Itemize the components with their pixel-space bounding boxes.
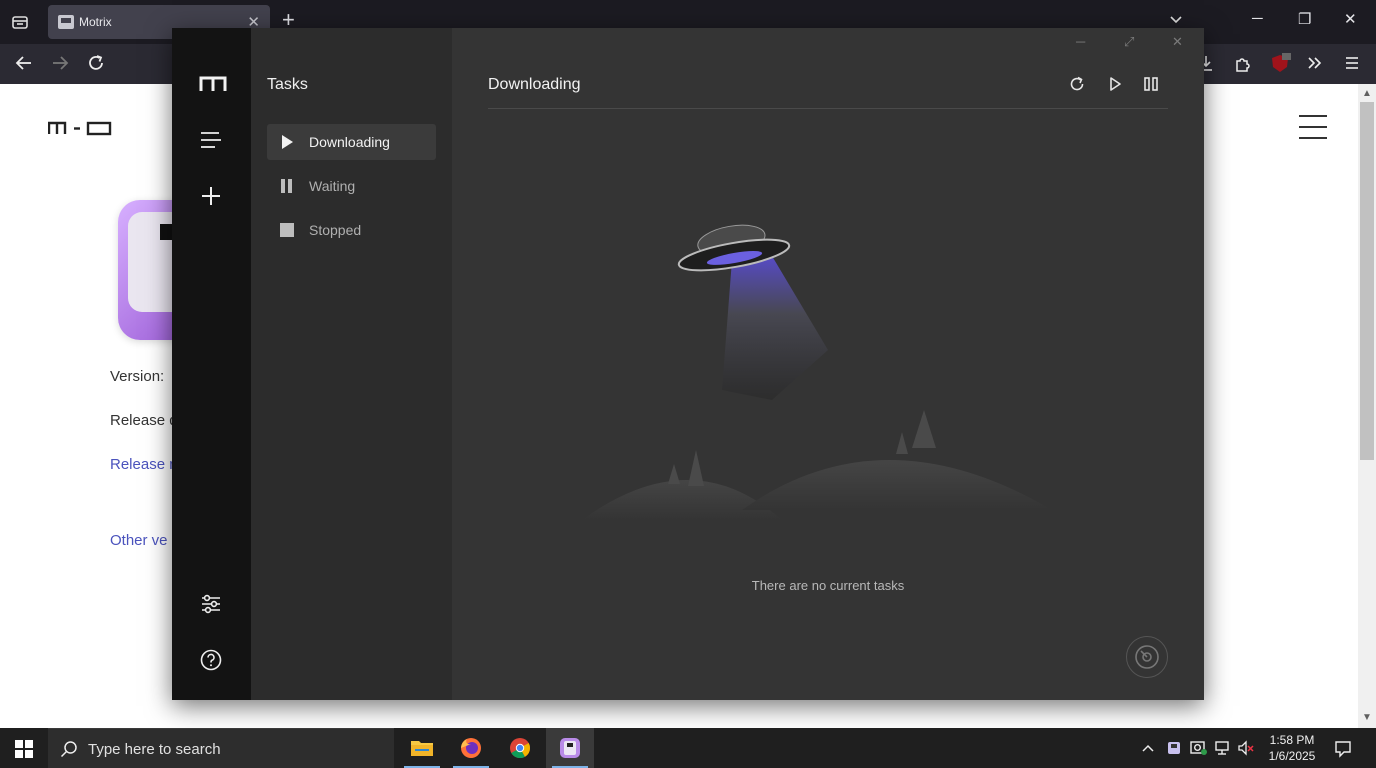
tray-update-icon[interactable] bbox=[1190, 740, 1208, 761]
sidebar-item-label: Waiting bbox=[309, 178, 356, 194]
empty-state-message: There are no current tasks bbox=[751, 578, 905, 593]
motrix-close-button[interactable]: ✕ bbox=[1172, 34, 1183, 50]
speedometer-icon[interactable] bbox=[1126, 636, 1168, 678]
notifications-icon[interactable] bbox=[1334, 740, 1352, 763]
page-title: Downloading bbox=[488, 76, 581, 93]
file-explorer-icon[interactable] bbox=[398, 728, 446, 768]
stop-icon bbox=[279, 222, 295, 243]
motrix-logo-icon bbox=[199, 76, 227, 97]
clock-date: 1/6/2025 bbox=[1268, 749, 1316, 763]
sidebar-item-label: Stopped bbox=[309, 222, 362, 238]
scroll-down-icon[interactable]: ▼ bbox=[1362, 712, 1372, 723]
motrix-window: Tasks Downloading Waiting Stopped ─ ⤢ ✕ … bbox=[172, 28, 1204, 700]
tasks-sidebar: Tasks Downloading Waiting Stopped bbox=[251, 28, 452, 700]
clock-time: 1:58 PM bbox=[1269, 733, 1315, 747]
header-divider bbox=[488, 108, 1168, 109]
volume-muted-icon[interactable] bbox=[1238, 740, 1256, 761]
page-scrollbar[interactable]: ▲ ▼ bbox=[1358, 84, 1376, 728]
menu-icon[interactable] bbox=[199, 130, 223, 155]
site-menu-icon[interactable] bbox=[1298, 114, 1328, 145]
tray-motrix-icon[interactable] bbox=[1166, 740, 1182, 761]
more-tools-icon[interactable] bbox=[1305, 53, 1325, 78]
extensions-icon[interactable] bbox=[1233, 53, 1253, 78]
browser-restore-button[interactable]: ❐ bbox=[1298, 10, 1311, 28]
sidebar-item-label: Downloading bbox=[309, 134, 390, 150]
other-versions-link[interactable]: Other ve bbox=[110, 532, 168, 549]
sidebar-item-waiting[interactable]: Waiting bbox=[267, 168, 436, 204]
site-logo[interactable] bbox=[47, 120, 114, 141]
browser-minimize-button[interactable]: ─ bbox=[1252, 10, 1263, 27]
tray-overflow-icon[interactable] bbox=[1140, 740, 1156, 761]
pause-all-icon[interactable] bbox=[1142, 75, 1160, 98]
sidebar-item-downloading[interactable]: Downloading bbox=[267, 124, 436, 160]
firefox-icon[interactable] bbox=[447, 728, 495, 768]
sidebar-item-stopped[interactable]: Stopped bbox=[267, 212, 436, 248]
tasks-main-panel: ─ ⤢ ✕ Downloading There are no current t… bbox=[452, 28, 1204, 700]
chrome-icon[interactable] bbox=[496, 728, 544, 768]
release-date-label: Release d bbox=[110, 412, 178, 429]
reload-icon[interactable] bbox=[86, 53, 106, 78]
tab-list-icon[interactable] bbox=[8, 10, 32, 34]
play-icon bbox=[279, 134, 295, 155]
tasks-sidebar-title: Tasks bbox=[267, 76, 308, 93]
motrix-maximize-button[interactable]: ⤢ bbox=[1124, 34, 1134, 50]
taskbar-search-box[interactable]: Type here to search bbox=[48, 728, 394, 768]
help-icon[interactable] bbox=[199, 648, 223, 677]
motrix-minimize-button[interactable]: ─ bbox=[1076, 34, 1085, 49]
scrollbar-thumb[interactable] bbox=[1360, 102, 1374, 460]
network-icon[interactable] bbox=[1214, 740, 1232, 761]
back-icon[interactable] bbox=[14, 53, 34, 78]
version-label: Version: bbox=[110, 368, 165, 385]
release-notes-link[interactable]: Release n bbox=[110, 456, 178, 473]
taskbar-clock[interactable]: 1:58 PM 1/6/2025 bbox=[1262, 732, 1322, 764]
app-menu-icon[interactable] bbox=[1342, 53, 1362, 78]
scroll-up-icon[interactable]: ▲ bbox=[1362, 88, 1372, 99]
motrix-taskbar-icon[interactable] bbox=[546, 728, 594, 768]
windows-taskbar: Type here to search 1:58 PM 1/6/2025 bbox=[0, 728, 1376, 768]
windows-start-icon[interactable] bbox=[15, 740, 33, 763]
pause-icon bbox=[279, 178, 295, 199]
motrix-nav-rail bbox=[172, 28, 251, 700]
add-task-icon[interactable] bbox=[199, 184, 223, 213]
browser-close-button[interactable]: ✕ bbox=[1344, 10, 1357, 28]
preferences-icon[interactable] bbox=[199, 592, 223, 621]
resume-all-icon[interactable] bbox=[1106, 75, 1124, 98]
search-icon bbox=[60, 740, 78, 763]
ufo-illustration bbox=[582, 210, 1082, 555]
tab-title: Motrix bbox=[79, 15, 112, 29]
forward-icon[interactable] bbox=[50, 53, 70, 78]
refresh-icon[interactable] bbox=[1068, 75, 1086, 98]
search-placeholder: Type here to search bbox=[88, 741, 221, 758]
tab-favicon-icon bbox=[58, 15, 74, 29]
ublock-icon[interactable] bbox=[1270, 53, 1292, 80]
